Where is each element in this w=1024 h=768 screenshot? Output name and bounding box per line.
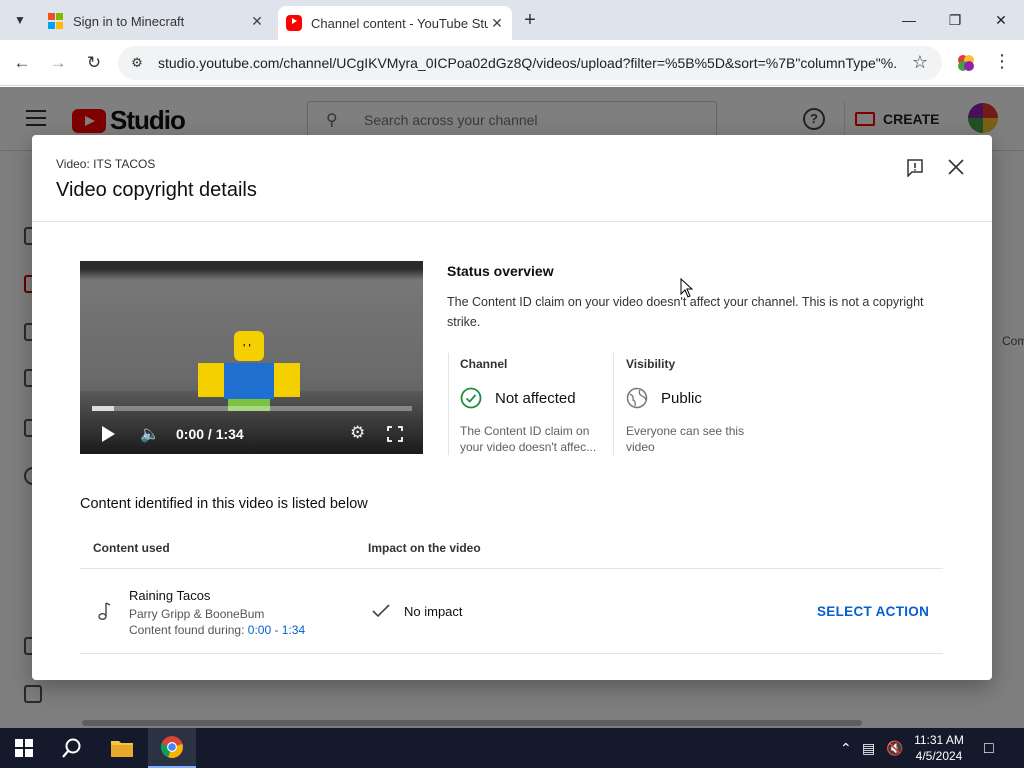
taskbar-search-button[interactable] <box>48 728 96 768</box>
select-action-button[interactable]: SELECT ACTION <box>817 604 929 619</box>
table-row: Raining Tacos Parry Gripp & BooneBum Con… <box>80 569 943 654</box>
video-progress-bar[interactable] <box>92 406 412 411</box>
site-info-icon[interactable]: ⚙ <box>128 54 146 72</box>
system-clock[interactable]: 11:31 AM 4/5/2024 <box>906 732 972 764</box>
minimize-icon: — <box>902 12 916 28</box>
fullscreen-icon[interactable] <box>387 426 403 442</box>
tab-minecraft[interactable]: Sign in to Minecraft ✕ <box>40 6 272 36</box>
dialog-header: Video: ITS TACOS Video copyright details <box>32 135 992 222</box>
reload-button[interactable]: ↻ <box>81 50 107 76</box>
search-icon <box>62 738 81 758</box>
content-identified-heading: Content identified in this video is list… <box>80 496 368 512</box>
youtube-favicon-icon <box>286 15 302 31</box>
play-icon[interactable] <box>102 426 115 442</box>
address-bar[interactable]: ⚙ studio.youtube.com/channel/UCgIKVMyra_… <box>118 46 942 80</box>
visibility-status-note: Everyone can see this video <box>626 424 745 454</box>
windows-taskbar: ⌃ ▤ 🔇 11:31 AM 4/5/2024 □ <box>0 728 1024 768</box>
video-name-label: Video: ITS TACOS <box>56 157 156 171</box>
column-header-impact: Impact on the video <box>368 541 481 555</box>
tab-title: Channel content - YouTube Studio <box>311 15 488 31</box>
windows-logo-icon <box>15 739 33 757</box>
microsoft-logo-icon <box>48 13 64 29</box>
check-icon <box>372 604 390 618</box>
forward-button[interactable]: → <box>45 50 71 76</box>
settings-gear-icon[interactable]: ⚙ <box>350 423 365 443</box>
browser-tab-bar: ▼ Sign in to Minecraft ✕ Channel content… <box>0 0 1024 40</box>
volume-icon[interactable]: 🔈 <box>140 424 160 444</box>
new-tab-button[interactable]: + <box>518 8 542 32</box>
tray-chevron-up-icon[interactable]: ⌃ <box>840 740 852 757</box>
arrow-right-icon: → <box>49 53 67 72</box>
folder-icon <box>111 741 133 757</box>
music-note-icon <box>98 602 111 620</box>
chevron-down-icon: ▼ <box>14 13 26 27</box>
extension-icon[interactable] <box>956 53 976 73</box>
copyright-details-dialog: Video: ITS TACOS Video copyright details… <box>32 135 992 680</box>
tab-close-icon[interactable]: ✕ <box>488 14 506 32</box>
globe-icon <box>626 387 648 409</box>
channel-status-note: The Content ID claim on your video doesn… <box>460 424 597 454</box>
chrome-icon <box>160 736 183 759</box>
status-overview-description: The Content ID claim on your video doesn… <box>447 295 924 329</box>
status-overview-title: Status overview <box>447 263 554 279</box>
visibility-heading: Visibility <box>626 357 676 371</box>
close-icon[interactable] <box>946 157 966 177</box>
browser-menu-icon[interactable]: ⋮ <box>992 51 1012 72</box>
tab-close-icon[interactable]: ✕ <box>248 12 266 30</box>
taskbar-chrome[interactable] <box>148 728 196 768</box>
song-artist: Parry Gripp & BooneBum <box>129 607 265 621</box>
visibility-status-value: Public <box>661 389 702 407</box>
tab-youtube-studio[interactable]: Channel content - YouTube Studio ✕ <box>278 6 512 40</box>
feedback-icon[interactable] <box>906 159 924 177</box>
minimize-button[interactable]: — <box>886 0 932 40</box>
volume-muted-icon[interactable]: 🔇 <box>886 740 903 757</box>
impact-value: No impact <box>404 604 463 619</box>
content-table-header: Content used Impact on the video <box>80 525 943 569</box>
found-range-link[interactable]: 0:00 - 1:34 <box>248 623 305 637</box>
content-found-during: Content found during: 0:00 - 1:34 <box>129 623 305 637</box>
reload-icon: ↻ <box>86 53 102 72</box>
video-player[interactable]: '' 🔈 0:00 / 1:34 ⚙ <box>80 261 423 454</box>
song-title: Raining Tacos <box>129 588 211 603</box>
found-label: Content found during: <box>129 623 245 637</box>
tab-title: Sign in to Minecraft <box>73 13 185 29</box>
tab-search-button[interactable]: ▼ <box>8 8 32 32</box>
close-icon: ✕ <box>995 11 1007 28</box>
notifications-icon[interactable]: □ <box>984 740 994 758</box>
visibility-status-column: Visibility Public Everyone can see this … <box>613 353 783 455</box>
dialog-title: Video copyright details <box>56 179 257 201</box>
content-table: Content used Impact on the video Raining… <box>80 525 943 654</box>
clock-time: 11:31 AM <box>914 733 964 747</box>
restore-icon: ❐ <box>948 11 962 28</box>
network-icon[interactable]: ▤ <box>862 740 875 757</box>
video-time: 0:00 / 1:34 <box>176 426 244 442</box>
check-circle-icon <box>460 387 482 409</box>
channel-status-column: Channel Not affected The Content ID clai… <box>448 353 613 455</box>
clock-date: 4/5/2024 <box>915 749 963 763</box>
close-window-button[interactable]: ✕ <box>978 0 1024 40</box>
taskbar-file-explorer[interactable] <box>98 728 146 768</box>
channel-status-value: Not affected <box>495 389 576 407</box>
bookmark-star-icon[interactable]: ☆ <box>912 52 928 73</box>
start-button[interactable] <box>0 728 48 768</box>
mouse-cursor-icon <box>680 278 694 298</box>
column-header-content-used: Content used <box>93 541 170 555</box>
back-button[interactable]: ← <box>9 50 35 76</box>
restore-button[interactable]: ❐ <box>932 0 978 40</box>
progress-fill <box>92 406 115 411</box>
arrow-left-icon: ← <box>13 53 31 72</box>
browser-toolbar: ← → ↻ ⚙ studio.youtube.com/channel/UCgIK… <box>0 40 1024 86</box>
plus-icon: + <box>524 8 536 31</box>
url-text[interactable]: studio.youtube.com/channel/UCgIKVMyra_0I… <box>158 55 898 71</box>
channel-heading: Channel <box>460 357 508 371</box>
